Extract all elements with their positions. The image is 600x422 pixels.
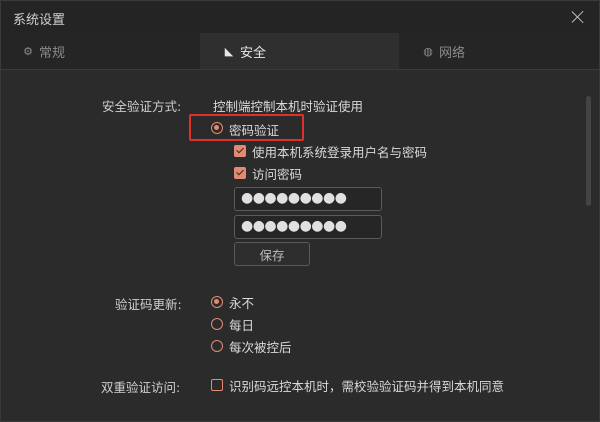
shield-icon: ◣ (224, 44, 234, 58)
confirm-password-field[interactable]: ●●●●●●●●● (234, 215, 382, 239)
gear-icon: ⚙ (23, 44, 33, 58)
use-system-login-checkbox[interactable] (234, 145, 246, 157)
code-daily-radio[interactable] (211, 318, 223, 330)
access-password-label: 访问密码 (252, 167, 303, 182)
password-field[interactable]: ●●●●●●●●● (234, 187, 382, 211)
code-option-label: 每次被控后 (229, 340, 292, 355)
code-after-control-radio[interactable] (211, 340, 223, 352)
close-icon[interactable] (567, 6, 589, 28)
code-never-radio[interactable] (211, 296, 223, 308)
window-title: 系统设置 (13, 13, 66, 28)
password-auth-label: 密码验证 (229, 123, 280, 138)
save-button[interactable]: 保存 (234, 242, 310, 266)
globe-icon: ◍ (423, 44, 433, 58)
dual-auth-label: 双重验证访问: (101, 380, 181, 395)
dual-auth-checkbox[interactable] (211, 379, 223, 391)
access-password-checkbox[interactable] (234, 167, 246, 179)
tab-label: 常规 (39, 45, 66, 61)
scrollbar[interactable] (586, 96, 591, 206)
tab-network[interactable]: ◍ 网络 (399, 33, 598, 69)
tab-label: 安全 (240, 45, 267, 61)
tab-security[interactable]: ◣ 安全 (200, 33, 399, 69)
auth-method-label: 安全验证方式: (102, 99, 182, 114)
use-system-login-label: 使用本机系统登录用户名与密码 (252, 145, 428, 160)
code-update-label: 验证码更新: (115, 297, 182, 312)
code-option-label: 永不 (229, 296, 255, 311)
code-option-label: 每日 (229, 318, 255, 333)
password-auth-radio[interactable] (211, 122, 223, 134)
dual-auth-desc: 识别码远控本机时，需校验验证码并得到本机同意 (229, 379, 505, 394)
tab-general[interactable]: ⚙ 常规 (1, 33, 200, 69)
security-panel: 安全验证方式: 控制端控制本机时验证使用 密码验证 使用本机系统登录用户名与密码… (1, 70, 599, 421)
settings-window: 系统设置 ⚙ 常规 ◣ 安全 ◍ 网络 安全验证方式: 控制端控制本机时验证使用… (0, 0, 600, 422)
auth-method-desc: 控制端控制本机时验证使用 (213, 99, 364, 114)
tab-label: 网络 (439, 45, 466, 61)
tab-bar: ⚙ 常规 ◣ 安全 ◍ 网络 (1, 33, 599, 70)
title-bar: 系统设置 (1, 1, 599, 33)
